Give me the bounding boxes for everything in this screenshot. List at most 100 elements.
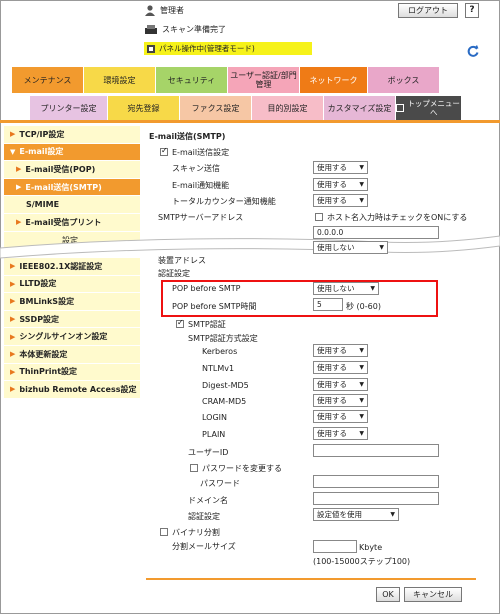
chevron-down-icon: ▼: [359, 181, 364, 188]
binary-split-row: バイナリ分割: [160, 527, 220, 538]
sidebar-item-email[interactable]: ▼ E-mail設定: [4, 143, 140, 162]
total-counter-select[interactable]: 使用する ▼: [313, 194, 368, 207]
auth-setting-select[interactable]: 設定値を使用 ▼: [313, 508, 399, 521]
sidebar-item-email-pop[interactable]: ▶ E-mail受信(POP): [4, 161, 140, 179]
sidebar-item-label: BMLinkS設定: [19, 296, 75, 306]
method-label: Digest-MD5: [202, 381, 249, 390]
email-send-label: E-mail送信設定: [172, 148, 230, 157]
smtp-auth-checkbox[interactable]: [176, 318, 184, 328]
split-unit: Kbyte: [359, 543, 383, 552]
password-input[interactable]: [313, 475, 439, 488]
tab-purpose[interactable]: 目的別設定: [252, 96, 324, 120]
sidebar-item-label: E-mail設定: [19, 147, 64, 157]
sidebar-item-ieee[interactable]: ▶ IEEE802.1X認証設定: [4, 258, 140, 276]
method-select-digest[interactable]: 使用する ▼: [313, 378, 368, 391]
tab-user-auth[interactable]: ユーザー認証/部門管理: [228, 67, 300, 93]
method-value: 使用する: [317, 396, 347, 405]
method-value: 使用する: [317, 363, 347, 372]
chevron-down-icon: ▼: [359, 364, 364, 371]
notify-select[interactable]: 使用する ▼: [313, 178, 368, 191]
cancel-button[interactable]: キャンセル: [404, 587, 462, 602]
arrow-right-icon: ▶: [10, 367, 16, 376]
logout-button[interactable]: ログアウト: [398, 3, 458, 18]
user-id-input[interactable]: [313, 444, 439, 457]
pop-before-smtp-select[interactable]: 使用しない ▼: [313, 282, 379, 295]
sidebar-item-label: E-mail送信(SMTP): [25, 182, 102, 192]
help-button[interactable]: ?: [465, 3, 479, 18]
total-counter-label: トータルカウンター通知機能: [172, 197, 276, 206]
menu-icon: [396, 104, 405, 112]
arrow-right-icon: ▶: [10, 130, 16, 139]
sidebar-item-email-smtp[interactable]: ▶ E-mail送信(SMTP): [4, 178, 140, 197]
tab-top-menu[interactable]: トップメニューへ: [396, 96, 462, 120]
sidebar-item-ssdp[interactable]: ▶ SSDP設定: [4, 310, 140, 329]
tab-security[interactable]: セキュリティ: [156, 67, 228, 93]
sidebar-item-label: E-mail受信(POP): [25, 164, 96, 174]
arrow-right-icon: ▶: [10, 385, 16, 394]
pop-before-smtp-label: POP before SMTP: [172, 284, 241, 293]
user-name: 管理者: [160, 6, 184, 15]
notify-label: E-mail通知機能: [172, 181, 230, 190]
smtp-auth-label: SMTP認証: [188, 320, 226, 329]
tab-fax[interactable]: ファクス設定: [180, 96, 252, 120]
sidebar-item-bizhub[interactable]: ▶ bizhub Remote Access設定: [4, 381, 140, 399]
arrow-right-icon: ▶: [16, 165, 22, 174]
chevron-down-icon: ▼: [359, 164, 364, 171]
method-select-kerberos[interactable]: 使用する ▼: [313, 344, 368, 357]
sidebar-item-smime[interactable]: S/MIME: [4, 196, 140, 214]
user-id-label: ユーザーID: [188, 448, 229, 457]
change-password-row: パスワードを変更する: [190, 463, 282, 474]
sidebar-item-lltd[interactable]: ▶ LLTD設定: [4, 275, 140, 294]
tab-network[interactable]: ネットワーク: [300, 67, 368, 93]
tab-maintenance[interactable]: メンテナンス: [12, 67, 84, 93]
scan-send-select[interactable]: 使用する ▼: [313, 161, 368, 174]
chevron-down-icon: ▼: [359, 197, 364, 204]
sidebar-item-update[interactable]: ▶ 本体更新設定: [4, 345, 140, 364]
domain-input[interactable]: [313, 492, 439, 505]
method-select-ntlmv1[interactable]: 使用する ▼: [313, 361, 368, 374]
auth-setting-value: 設定値を使用: [317, 510, 362, 519]
change-password-checkbox[interactable]: [190, 464, 198, 472]
scan-status-text: スキャン準備完了: [162, 25, 226, 34]
sidebar-item-tcpip[interactable]: ▶ TCP/IP設定: [4, 126, 140, 144]
method-select-login[interactable]: 使用する ▼: [313, 410, 368, 423]
sidebar-item-label: シングルサインオン設定: [19, 332, 108, 342]
arrow-right-icon: ▶: [16, 183, 22, 192]
sidebar-item-label: bizhub Remote Access設定: [19, 384, 137, 394]
method-select-plain[interactable]: 使用する ▼: [313, 427, 368, 440]
ok-button[interactable]: OK: [376, 587, 400, 602]
total-counter-value: 使用する: [317, 196, 347, 205]
tab-customize[interactable]: カスタマイズ設定: [324, 96, 396, 120]
sidebar-item-bmlinks[interactable]: ▶ BMLinkS設定: [4, 293, 140, 311]
binary-split-checkbox[interactable]: [160, 528, 168, 536]
refresh-icon[interactable]: [466, 44, 480, 58]
split-size-input[interactable]: [313, 540, 357, 553]
header: 管理者 ログアウト ? スキャン準備完了 パネル操作中(管理者モード): [0, 0, 500, 66]
sidebar-item-sso[interactable]: ▶ シングルサインオン設定: [4, 328, 140, 346]
partial-select[interactable]: 使用しない ▼: [313, 241, 388, 254]
sidebar-item-thinprint[interactable]: ▶ ThinPrint設定: [4, 363, 140, 382]
host-note: ホスト名入力時はチェックをONにする: [327, 213, 468, 222]
panel-icon: [147, 44, 155, 53]
method-select-cram[interactable]: 使用する ▼: [313, 394, 368, 407]
notify-value: 使用する: [317, 180, 347, 189]
panel-status: パネル操作中(管理者モード): [144, 42, 312, 55]
sidebar-lower: ▶ IEEE802.1X認証設定 ▶ LLTD設定 ▶ BMLinkS設定 ▶ SSDP…: [4, 258, 140, 399]
sidebar-item-email-print[interactable]: ▶ E-mail受信プリント: [4, 213, 140, 232]
sidebar-item-label: S/MIME: [26, 200, 60, 210]
pop-time-input[interactable]: 5: [313, 298, 343, 311]
device-address-label: 装置アドレス: [158, 256, 206, 265]
tab-box[interactable]: ボックス: [368, 67, 440, 93]
email-send-checkbox[interactable]: [160, 146, 168, 156]
method-value: 使用する: [317, 412, 347, 421]
scan-status: スキャン準備完了: [144, 24, 226, 35]
tab-environment[interactable]: 環境設定: [84, 67, 156, 93]
tab-printer[interactable]: プリンター設定: [30, 96, 108, 120]
host-check-row: ホスト名入力時はチェックをONにする: [315, 212, 467, 223]
method-label: PLAIN: [202, 430, 226, 439]
tab-address[interactable]: 宛先登録: [108, 96, 180, 120]
host-checkbox[interactable]: [315, 213, 323, 221]
arrow-right-icon: ▶: [10, 332, 16, 341]
auth-label: 認証設定: [158, 269, 190, 278]
split-range: (100-15000ステップ100): [313, 557, 411, 566]
